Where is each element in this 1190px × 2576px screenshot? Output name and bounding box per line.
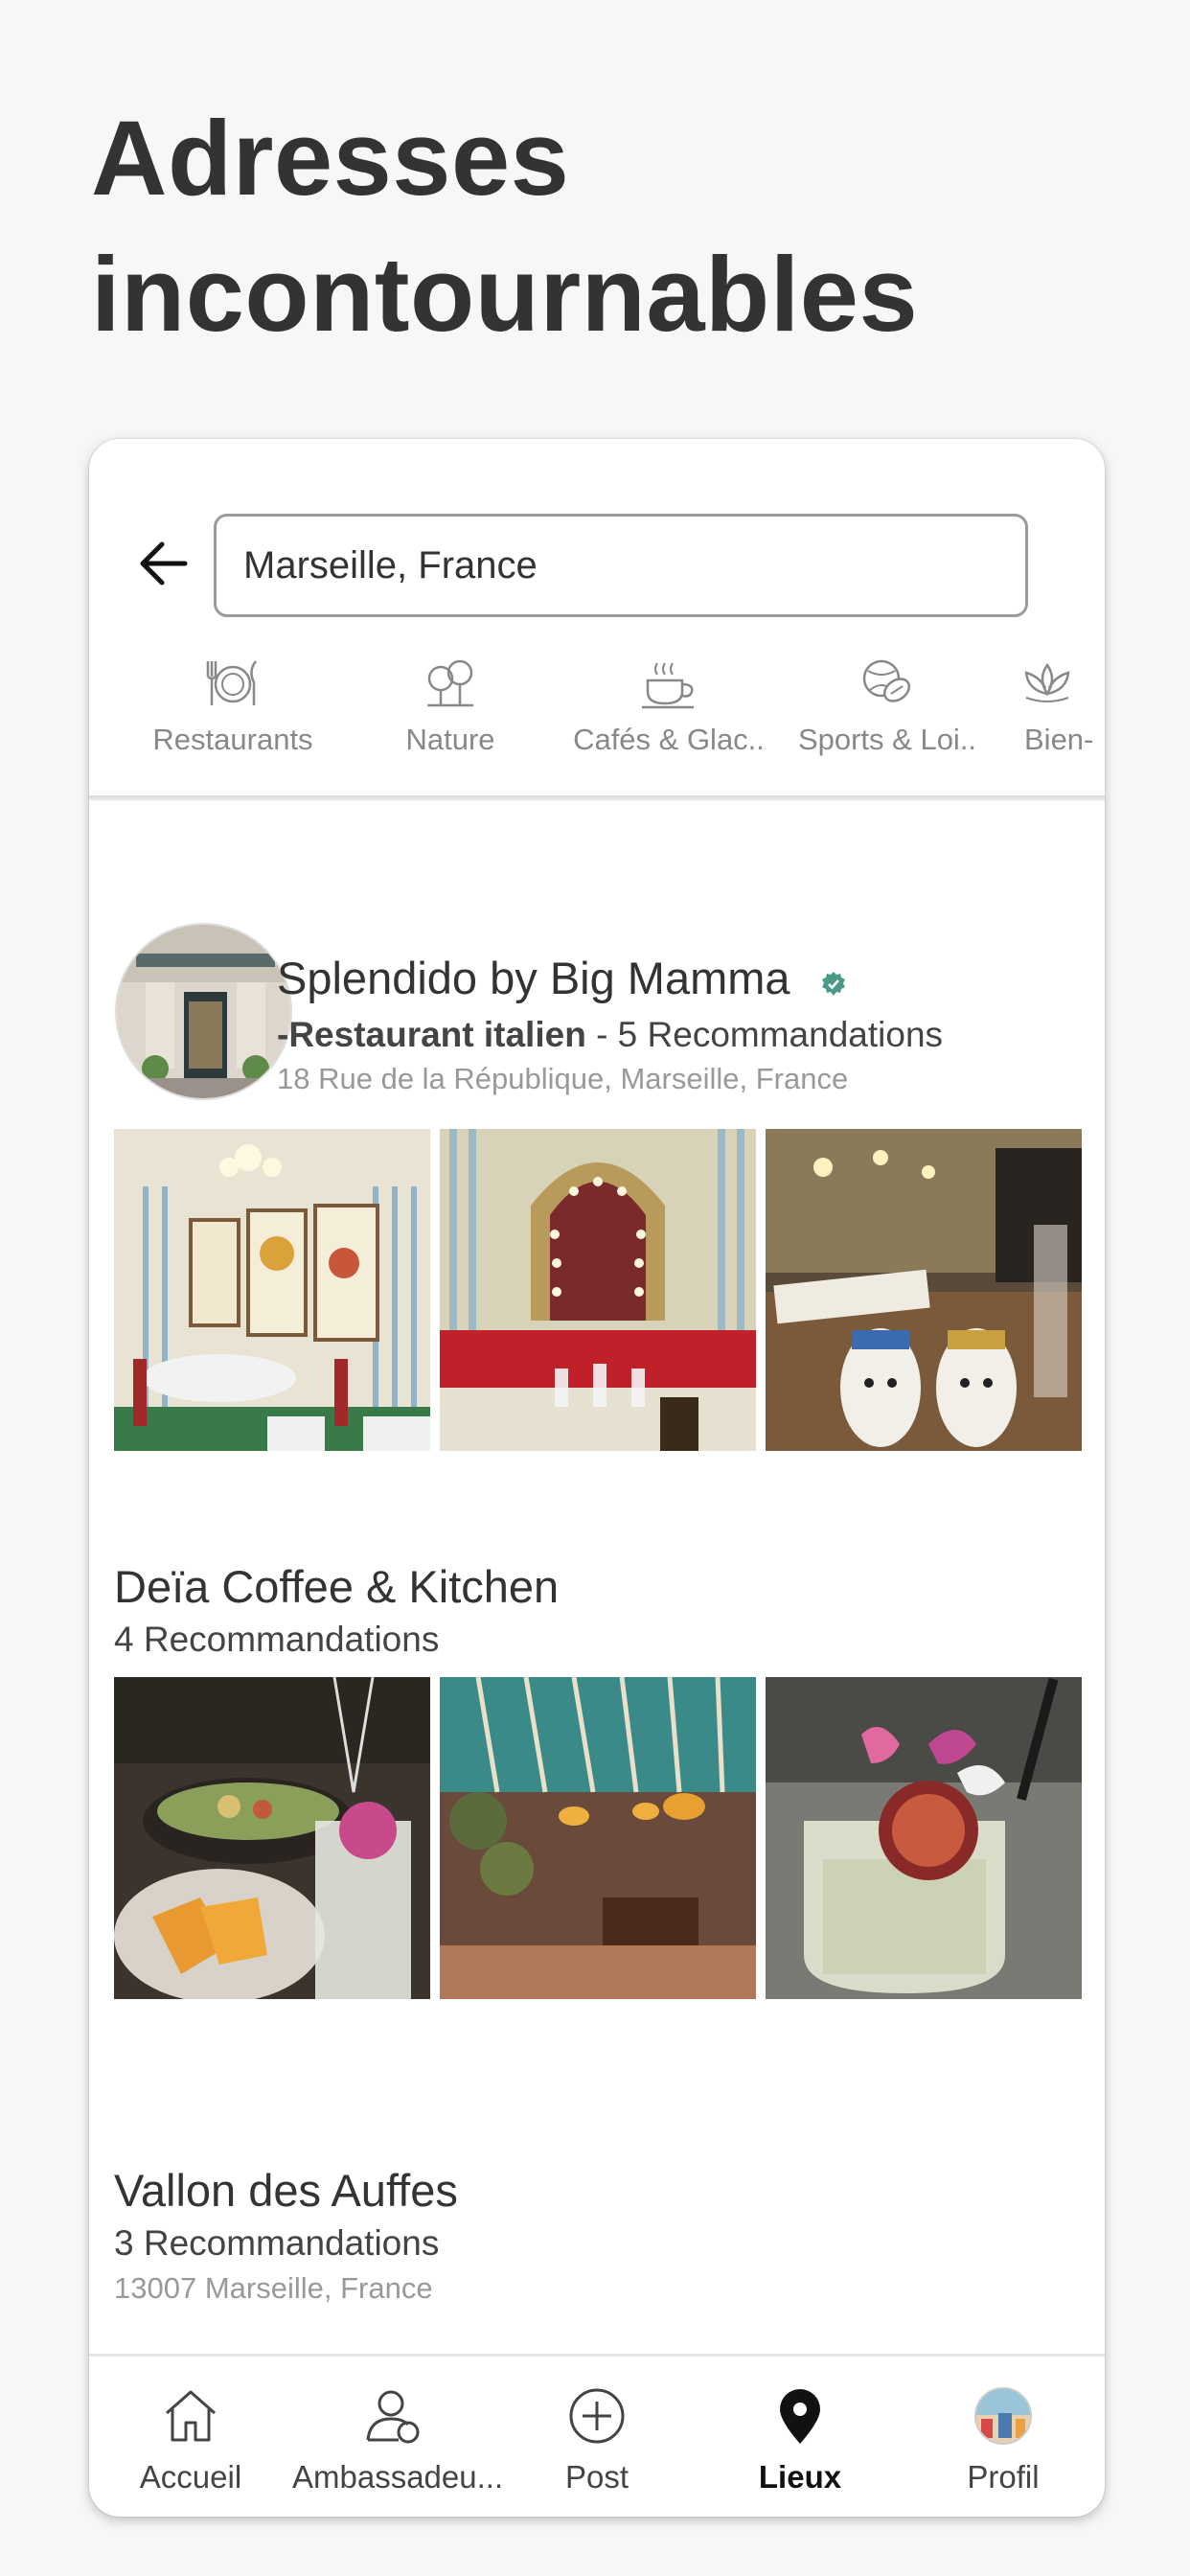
verified-badge-icon bbox=[820, 955, 847, 1008]
category-nature[interactable]: Nature bbox=[340, 652, 561, 757]
home-icon bbox=[166, 2390, 216, 2442]
map-pin-icon bbox=[780, 2389, 820, 2444]
headline-line-2: incontournables bbox=[91, 236, 919, 354]
nav-label: Accueil bbox=[139, 2459, 242, 2495]
nav-divider bbox=[89, 2354, 1105, 2357]
photo-thumbnail[interactable] bbox=[766, 1129, 1082, 1451]
place-recommendations: - 5 Recommandations bbox=[585, 1015, 944, 1054]
place-name[interactable]: Vallon des Auffes bbox=[114, 2164, 458, 2217]
place-recommendations: 4 Recommandations bbox=[114, 1620, 440, 1659]
category-label: Nature bbox=[405, 723, 495, 756]
category-label: Sports & Loi.. bbox=[797, 723, 977, 756]
phone-screen: Marseille, France Restaurants Nature Caf… bbox=[89, 439, 1105, 2517]
nav-accueil[interactable]: Accueil bbox=[89, 2365, 292, 2496]
photo-thumbnail[interactable] bbox=[440, 1129, 756, 1451]
nav-post[interactable]: Post bbox=[495, 2365, 698, 2496]
category-restaurants[interactable]: Restaurants bbox=[123, 652, 343, 757]
photo-thumbnail[interactable] bbox=[766, 1677, 1082, 1999]
nav-lieux[interactable]: Lieux bbox=[698, 2365, 902, 2496]
place-recommendations: 3 Recommandations bbox=[114, 2223, 440, 2263]
place-name[interactable]: Deïa Coffee & Kitchen bbox=[114, 1560, 559, 1613]
trees-icon bbox=[427, 659, 473, 707]
place-name[interactable]: Splendido by Big Mamma bbox=[277, 952, 847, 1008]
category-sports[interactable]: Sports & Loi.. bbox=[777, 652, 997, 757]
photo-strip bbox=[114, 1129, 1082, 1451]
place-category: -Restaurant italien bbox=[277, 1015, 586, 1054]
category-bar: Restaurants Nature Cafés & Glac.. Sports… bbox=[89, 652, 1105, 767]
nav-label: Ambassadeu... bbox=[292, 2459, 504, 2495]
category-divider bbox=[89, 795, 1105, 801]
nav-label: Profil bbox=[967, 2459, 1040, 2495]
page-headline: Adresses incontournables bbox=[91, 91, 1126, 363]
coffee-cup-icon bbox=[642, 662, 694, 709]
cutlery-plate-icon bbox=[206, 660, 258, 705]
category-label: Bien- bbox=[1024, 723, 1094, 756]
place-card-vallon[interactable]: Vallon des Auffes 3 Recommandations 1300… bbox=[89, 2164, 1105, 2317]
plus-circle-icon bbox=[569, 2388, 625, 2444]
nav-label: Post bbox=[564, 2459, 629, 2495]
lotus-icon bbox=[1024, 662, 1070, 702]
photo-strip bbox=[114, 1677, 1082, 1999]
search-header: Marseille, France bbox=[89, 514, 1105, 619]
photo-thumbnail[interactable] bbox=[440, 1677, 756, 1999]
back-arrow-icon[interactable] bbox=[135, 535, 193, 592]
category-label: Cafés & Glac.. bbox=[573, 723, 765, 756]
category-cafes[interactable]: Cafés & Glac.. bbox=[559, 652, 779, 757]
place-address: 13007 Marseille, France bbox=[114, 2271, 433, 2305]
photo-thumbnail[interactable] bbox=[114, 1129, 430, 1451]
place-meta: -Restaurant italien - 5 Recommandations bbox=[277, 1015, 943, 1055]
nav-profil[interactable]: Profil bbox=[902, 2365, 1105, 2496]
sports-balls-icon bbox=[862, 659, 911, 702]
category-label: Restaurants bbox=[152, 723, 313, 756]
place-card-deia[interactable]: Deïa Coffee & Kitchen 4 Recommandations bbox=[89, 1560, 1105, 1999]
location-search-input[interactable]: Marseille, France bbox=[214, 514, 1028, 617]
nav-ambassadeurs[interactable]: Ambassadeu... bbox=[292, 2365, 504, 2496]
bottom-navigation: Accueil Ambassadeu... Post Lieux Profil bbox=[89, 2365, 1105, 2509]
place-name-text: Splendido by Big Mamma bbox=[277, 953, 790, 1003]
profile-avatar-icon bbox=[974, 2387, 1032, 2445]
place-avatar bbox=[115, 923, 292, 1100]
headline-line-1: Adresses bbox=[91, 100, 570, 218]
category-bien-etre[interactable]: Bien- bbox=[995, 652, 1105, 757]
photo-thumbnail[interactable] bbox=[114, 1677, 430, 1999]
ambassador-person-icon bbox=[366, 2390, 420, 2444]
place-address: 18 Rue de la République, Marseille, Fran… bbox=[277, 1062, 849, 1095]
nav-label: Lieux bbox=[758, 2459, 842, 2495]
place-card-splendido[interactable]: Splendido by Big Mamma -Restaurant itali… bbox=[89, 923, 1105, 1460]
